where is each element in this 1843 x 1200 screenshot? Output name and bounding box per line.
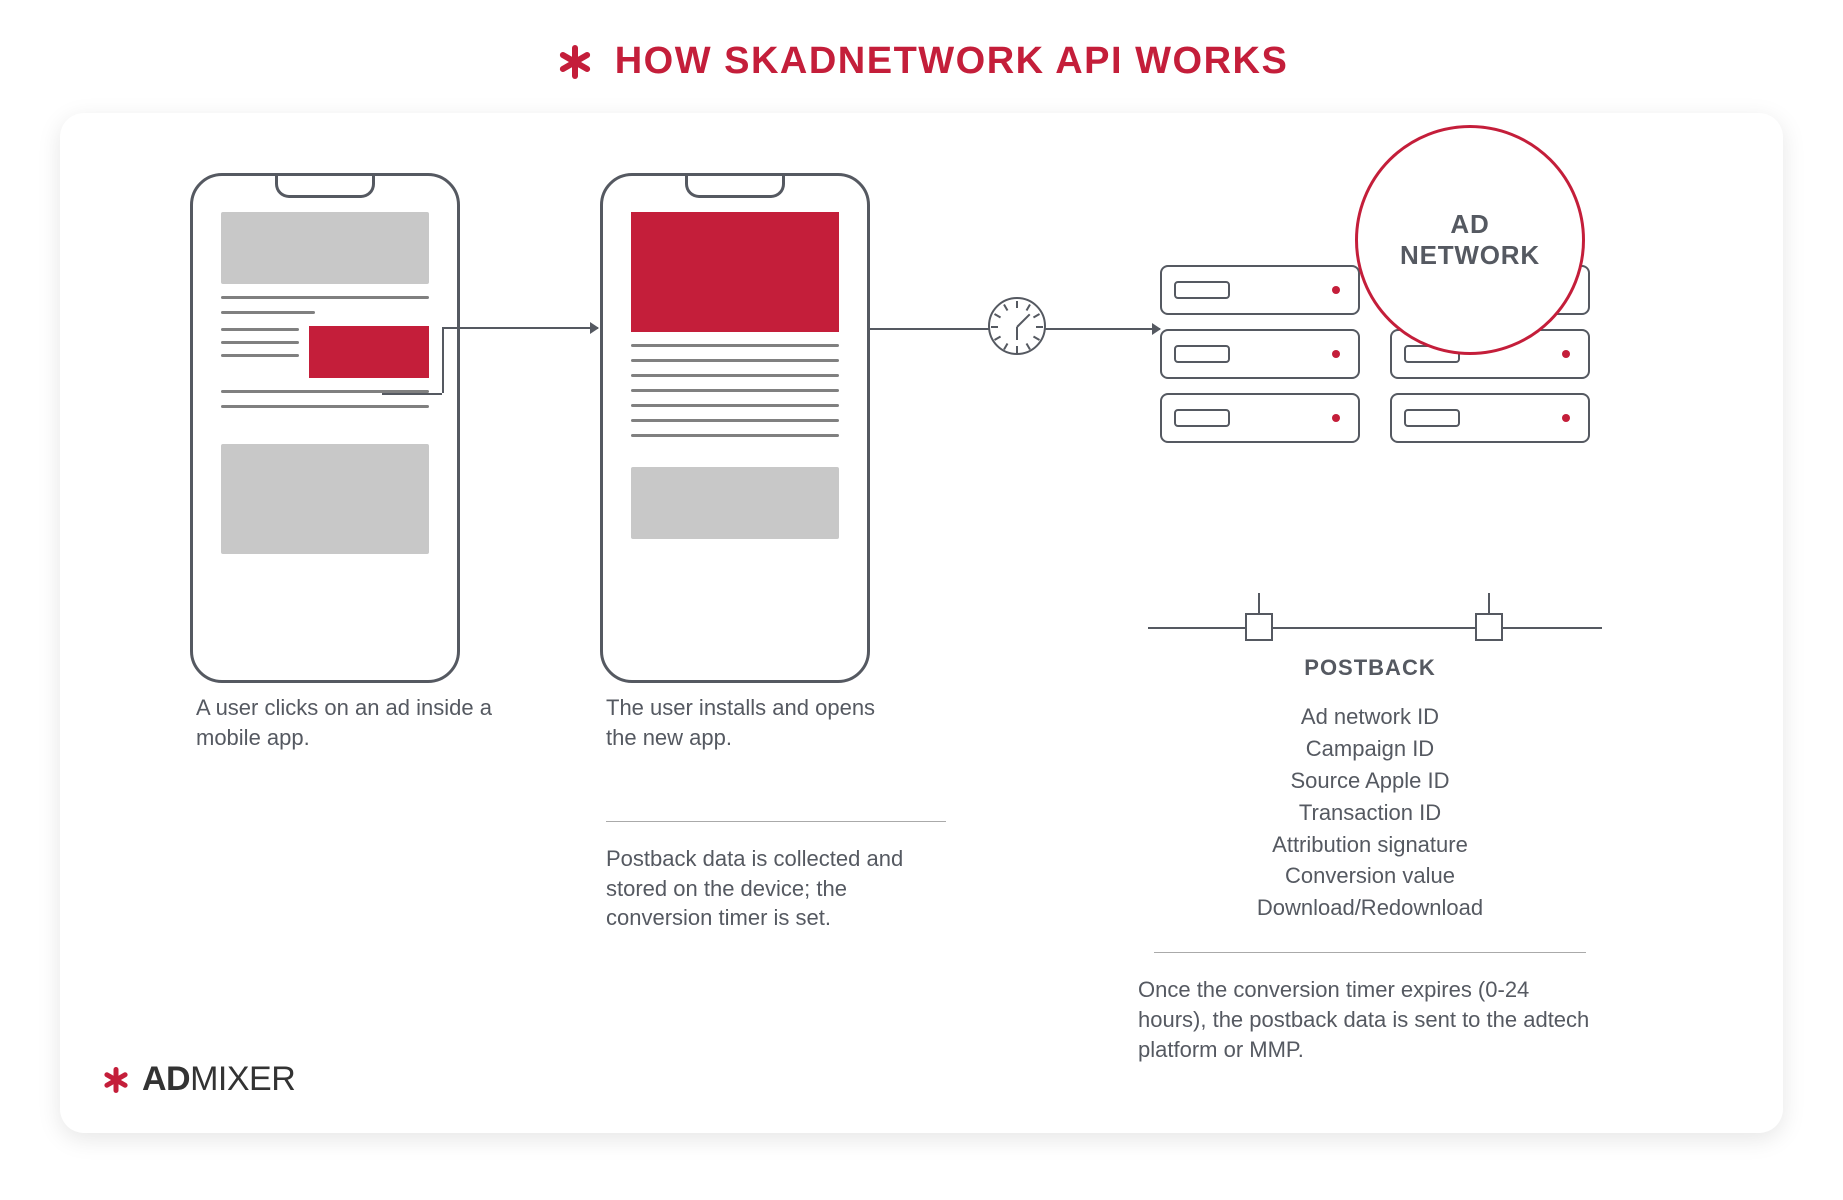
- asterisk-icon: [100, 1064, 132, 1096]
- step2b-block: Postback data is collected and stored on…: [606, 793, 946, 933]
- brand-bold: AD: [142, 1060, 190, 1098]
- diagram-row: AD NETWORK: [130, 173, 1713, 693]
- brand-rest: MIXER: [190, 1060, 295, 1098]
- postback-list: Ad network ID Campaign ID Source Apple I…: [1130, 701, 1610, 924]
- postback-item: Conversion value: [1130, 860, 1610, 892]
- text-line: [221, 354, 299, 357]
- postback-item: Download/Redownload: [1130, 892, 1610, 924]
- text-line: [631, 374, 839, 377]
- text-line: [221, 311, 315, 314]
- divider: [1154, 952, 1586, 953]
- postback-block: POSTBACK Ad network ID Campaign ID Sourc…: [1130, 655, 1610, 1064]
- ad-network-label-line1: AD: [1450, 209, 1489, 239]
- text-line: [631, 344, 839, 347]
- content-block: [221, 444, 429, 554]
- text-line: [221, 328, 299, 331]
- text-line: [221, 405, 429, 408]
- ad-unit-icon: [631, 212, 839, 332]
- postback-item: Campaign ID: [1130, 733, 1610, 765]
- brand-text: ADMIXER: [142, 1060, 295, 1099]
- ad-unit-icon: [309, 326, 429, 378]
- ad-network-label-circle: AD NETWORK: [1355, 125, 1585, 355]
- diagram-title: HOW SKADNETWORK API WORKS: [615, 40, 1289, 83]
- phone-screen: [193, 176, 457, 574]
- brand-logo: ADMIXER: [100, 1060, 295, 1099]
- step1-caption: A user clicks on an ad inside a mobile a…: [196, 693, 496, 752]
- postback-item: Attribution signature: [1130, 829, 1610, 861]
- server-icon: [1390, 393, 1590, 443]
- phone-screen: [603, 176, 867, 559]
- step2a-caption: The user installs and opens the new app.: [606, 693, 906, 752]
- asterisk-icon: [555, 42, 595, 82]
- title-row: HOW SKADNETWORK API WORKS: [60, 40, 1783, 83]
- postback-footer: Once the conversion timer expires (0-24 …: [1130, 975, 1610, 1064]
- text-line: [631, 359, 839, 362]
- text-line: [631, 419, 839, 422]
- server-icon: [1160, 329, 1360, 379]
- divider: [606, 821, 946, 822]
- postback-item: Source Apple ID: [1130, 765, 1610, 797]
- server-icon: [1160, 265, 1360, 315]
- text-line: [631, 404, 839, 407]
- text-line: [631, 389, 839, 392]
- text-line: [221, 341, 299, 344]
- content-block: [631, 467, 839, 539]
- diagram-card: AD NETWORK A user clicks on an ad inside…: [60, 113, 1783, 1133]
- server-icon: [1160, 393, 1360, 443]
- phone-source-app: [190, 173, 460, 683]
- ad-network-label-line2: NETWORK: [1400, 240, 1540, 270]
- phone-installed-app: [600, 173, 870, 683]
- postback-item: Ad network ID: [1130, 701, 1610, 733]
- phone-notch-icon: [685, 176, 785, 198]
- clock-icon: [988, 297, 1046, 355]
- content-block: [221, 212, 429, 284]
- phone-notch-icon: [275, 176, 375, 198]
- step2b-caption: Postback data is collected and stored on…: [606, 844, 946, 933]
- text-line: [221, 296, 429, 299]
- postback-heading: POSTBACK: [1130, 655, 1610, 681]
- text-line: [631, 434, 839, 437]
- postback-item: Transaction ID: [1130, 797, 1610, 829]
